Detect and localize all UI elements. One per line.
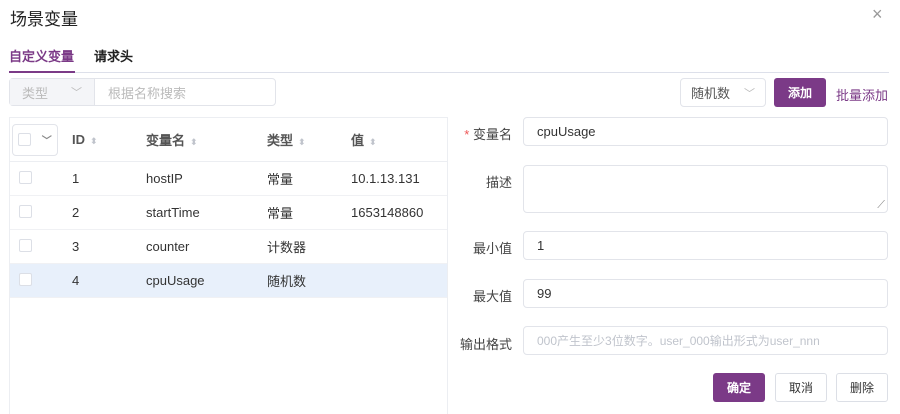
row-checkbox[interactable] xyxy=(19,272,32,286)
cell-type: 随机数 xyxy=(267,274,307,289)
cell-name: cpuUsage xyxy=(146,273,205,288)
column-header-label: 值 xyxy=(351,133,365,148)
column-name[interactable]: 变量名 ⬍ xyxy=(146,130,267,149)
min-label: 最小值 xyxy=(472,241,512,256)
cell-value: 1653148860 xyxy=(351,205,424,220)
dialog-title: 场景变量 xyxy=(10,10,78,29)
row-checkbox[interactable] xyxy=(19,170,32,184)
tab-request-headers[interactable]: 请求头 xyxy=(94,46,133,65)
cancel-button[interactable]: 取消 xyxy=(775,373,827,402)
active-tab-indicator xyxy=(9,71,75,73)
cell-name: startTime xyxy=(146,205,200,220)
type-filter-label: 类型 xyxy=(22,85,49,101)
cell-type: 计数器 xyxy=(267,240,307,255)
name-label-text: 变量名 xyxy=(472,127,512,142)
select-all-checkbox[interactable] xyxy=(18,133,32,146)
sort-icon: ⬍ xyxy=(90,136,98,146)
cell-id: 3 xyxy=(72,239,80,254)
description-textarea[interactable]: ⟋ xyxy=(523,165,888,213)
tab-custom-variables[interactable]: 自定义变量 xyxy=(9,46,74,65)
confirm-button[interactable]: 确定 xyxy=(713,373,765,402)
add-button[interactable]: 添加 xyxy=(774,78,826,107)
name-input[interactable]: cpuUsage xyxy=(523,117,888,146)
required-mark: * xyxy=(464,127,470,142)
sort-icon: ⬍ xyxy=(369,137,377,147)
name-label: * 变量名 xyxy=(412,124,512,143)
resize-handle-icon[interactable]: ⟋ xyxy=(877,199,885,212)
row-checkbox[interactable] xyxy=(19,204,32,218)
delete-button[interactable]: 删除 xyxy=(836,373,888,402)
chevron-down-icon: ﹀ xyxy=(41,136,52,147)
cell-name: hostIP xyxy=(146,171,183,186)
table-row-selected[interactable]: 4 cpuUsage 随机数 xyxy=(10,264,447,298)
chevron-down-icon: ﹀ xyxy=(71,87,82,99)
format-input[interactable]: 000产生至少3位数字。user_000输出形式为user_nnn xyxy=(523,326,888,355)
chevron-down-icon: ﹀ xyxy=(744,87,755,100)
table-row[interactable]: 2 startTime 常量 1653148860 xyxy=(10,196,447,230)
cell-type: 常量 xyxy=(267,172,294,187)
filter-bar: 类型 ﹀ 根据名称搜索 xyxy=(9,78,276,106)
column-type[interactable]: 类型 ⬍ xyxy=(267,130,351,149)
format-label: 输出格式 xyxy=(459,337,512,352)
close-icon[interactable]: × xyxy=(872,4,883,25)
cell-id: 4 xyxy=(72,273,80,288)
variable-type-value: 随机数 xyxy=(691,86,731,101)
variables-table: ﹀ ID ⬍ 变量名 ⬍ 类型 ⬍ 值 ⬍ 1 hostIP 常量 10.1.13.13… xyxy=(9,117,448,414)
max-label: 最大值 xyxy=(472,289,512,304)
search-input[interactable]: 根据名称搜索 xyxy=(95,79,275,105)
tab-divider xyxy=(9,72,889,73)
cell-id: 1 xyxy=(72,171,80,186)
description-label: 描述 xyxy=(485,175,512,190)
table-row[interactable]: 3 counter 计数器 xyxy=(10,230,447,264)
column-header-label: 变量名 xyxy=(146,133,186,148)
column-id[interactable]: ID ⬍ xyxy=(72,132,146,147)
column-header-label: 类型 xyxy=(267,133,294,148)
max-input[interactable]: 99 xyxy=(523,279,888,308)
type-filter-select[interactable]: 类型 ﹀ xyxy=(10,79,95,105)
row-checkbox[interactable] xyxy=(19,238,32,252)
sort-icon: ⬍ xyxy=(298,137,306,147)
table-row[interactable]: 1 hostIP 常量 10.1.13.131 xyxy=(10,162,447,196)
cell-id: 2 xyxy=(72,205,80,220)
cell-name: counter xyxy=(146,239,190,254)
column-header-label: ID xyxy=(72,132,85,147)
cell-type: 常量 xyxy=(267,206,294,221)
min-input[interactable]: 1 xyxy=(523,231,888,260)
variable-type-select[interactable]: 随机数 ﹀ xyxy=(680,78,766,107)
table-header: ﹀ ID ⬍ 变量名 ⬍ 类型 ⬍ 值 ⬍ xyxy=(10,118,447,162)
select-all-dropdown[interactable]: ﹀ xyxy=(12,123,58,156)
sort-icon: ⬍ xyxy=(190,137,198,147)
batch-add-link[interactable]: 批量添加 xyxy=(836,85,888,104)
